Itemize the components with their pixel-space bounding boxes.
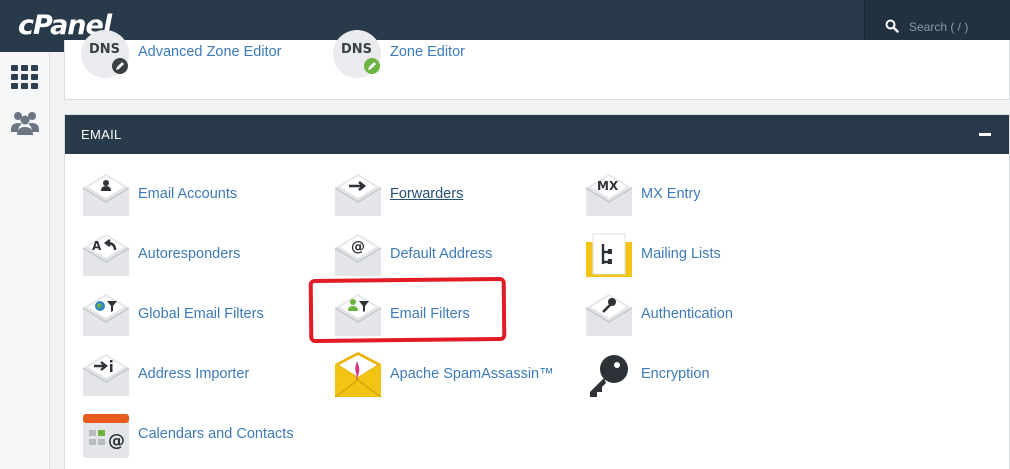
mx-entry-icon: MX <box>585 174 633 216</box>
global-email-filters-label: Global Email Filters <box>138 306 264 322</box>
forwarders-label: Forwarders <box>390 186 464 202</box>
dns-check-icon: DNS <box>333 30 381 78</box>
email-panel-title: EMAIL <box>81 127 122 142</box>
authentication-link[interactable]: Authentication <box>584 290 784 340</box>
spamassassin-icon <box>334 352 382 398</box>
email-accounts-icon <box>82 174 130 216</box>
email-accounts-link[interactable]: Email Accounts <box>81 170 301 220</box>
email-filters-label: Email Filters <box>390 306 470 322</box>
authentication-icon <box>585 294 633 336</box>
collapse-icon[interactable] <box>979 133 991 136</box>
autoresponders-label: Autoresponders <box>138 246 241 262</box>
default-address-icon: @ <box>334 234 382 276</box>
mailing-lists-link[interactable]: Mailing Lists <box>584 230 784 280</box>
email-filters-link[interactable]: Email Filters <box>333 290 533 340</box>
encryption-label: Encryption <box>641 366 710 382</box>
encryption-icon <box>590 355 628 397</box>
svg-text:DNS: DNS <box>89 42 120 57</box>
authentication-label: Authentication <box>641 306 733 322</box>
calendars-contacts-label: Calendars and Contacts <box>138 426 294 442</box>
address-importer-link[interactable]: Address Importer <box>81 350 301 400</box>
mx-entry-label: MX Entry <box>641 186 701 202</box>
advanced-zone-editor-label: Advanced Zone Editor <box>138 44 282 60</box>
email-panel-header[interactable]: EMAIL <box>65 115 1009 154</box>
advanced-zone-editor-link[interactable]: DNS Advanced Zone Editor <box>81 30 321 90</box>
svg-text:A: A <box>92 239 102 253</box>
svg-text:@: @ <box>351 239 365 255</box>
svg-text:MX: MX <box>597 179 619 193</box>
search-icon <box>885 19 899 33</box>
spamassassin-link[interactable]: Apache SpamAssassin™ <box>333 350 554 400</box>
email-filters-icon <box>334 294 382 336</box>
grid-icon[interactable] <box>10 62 40 92</box>
dns-edit-icon: DNS <box>81 30 129 78</box>
mx-entry-link[interactable]: MX MX Entry <box>584 170 784 220</box>
forwarders-link[interactable]: Forwarders <box>333 170 533 220</box>
zone-editor-label: Zone Editor <box>390 44 465 60</box>
domains-panel: DNS Advanced Zone Editor DNS Zone Editor <box>64 30 1010 100</box>
zone-editor-link[interactable]: DNS Zone Editor <box>333 30 533 90</box>
email-accounts-label: Email Accounts <box>138 186 238 202</box>
spamassassin-label: Apache SpamAssassin™ <box>390 366 554 382</box>
default-address-link[interactable]: @ Default Address <box>333 230 533 280</box>
users-icon[interactable] <box>10 108 40 138</box>
calendars-contacts-icon: @ <box>83 414 129 458</box>
global-email-filters-icon <box>82 294 130 336</box>
autoresponders-icon: A <box>82 234 130 276</box>
mailing-lists-icon <box>586 233 632 277</box>
email-panel: EMAIL Email Accounts Forwarders MX MX En… <box>64 114 1010 469</box>
svg-text:@: @ <box>108 431 125 451</box>
sidebar <box>0 52 50 469</box>
forwarders-icon <box>334 174 382 216</box>
search-input[interactable] <box>909 17 1005 37</box>
mailing-lists-label: Mailing Lists <box>641 246 721 262</box>
address-importer-icon <box>82 354 130 396</box>
global-email-filters-link[interactable]: Global Email Filters <box>81 290 301 340</box>
svg-text:DNS: DNS <box>341 42 372 57</box>
address-importer-label: Address Importer <box>138 366 250 382</box>
default-address-label: Default Address <box>390 246 493 262</box>
calendars-contacts-link[interactable]: @ Calendars and Contacts <box>81 410 321 460</box>
encryption-link[interactable]: Encryption <box>584 350 784 400</box>
autoresponders-link[interactable]: A Autoresponders <box>81 230 301 280</box>
